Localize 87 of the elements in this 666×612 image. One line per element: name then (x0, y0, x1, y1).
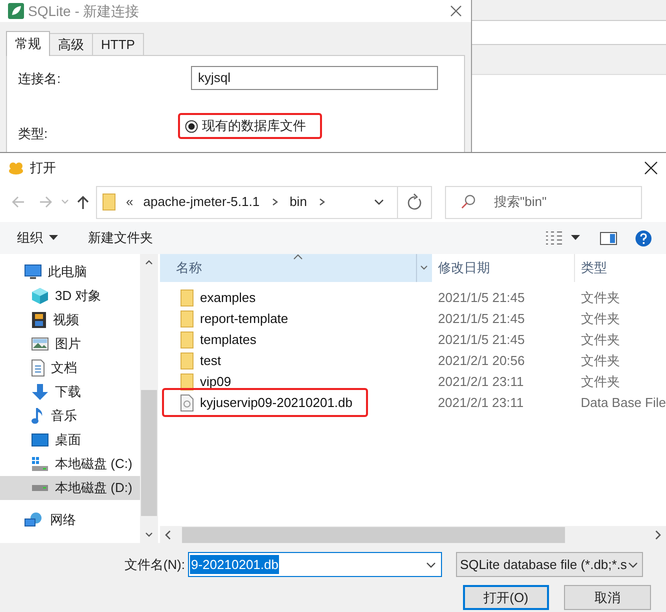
new-folder-button[interactable]: 新建文件夹 (88, 228, 545, 248)
nav-item[interactable]: 桌面 (0, 428, 140, 452)
down-arrow-icon (31, 383, 49, 401)
nav-item[interactable]: 本地磁盘 (D:) (0, 476, 140, 500)
file-name[interactable]: examples (200, 288, 256, 308)
cancel-button[interactable]: 取消 (564, 585, 651, 610)
nav-item[interactable]: 此电脑 (0, 260, 140, 284)
network-icon (24, 512, 44, 528)
date-cell-text: 2021/1/5 21:45 (437, 310, 526, 328)
view-options-icon[interactable] (545, 231, 563, 245)
search-field[interactable]: 搜索"bin" (445, 186, 642, 218)
type-cell-text: 文件夹 (580, 310, 620, 328)
scrollbar-thumb[interactable] (182, 526, 565, 542)
breadcrumb[interactable]: apache-jmeter-5.1.1 (143, 192, 260, 212)
address-bar[interactable]: « apache-jmeter-5.1.1 bin (96, 186, 432, 218)
tab[interactable]: 高级 (50, 33, 93, 55)
drive-icon (31, 456, 49, 472)
monitor-icon (24, 264, 42, 280)
date-cell-text: 2021/2/1 23:11 (437, 372, 525, 391)
vertical-scrollbar[interactable] (140, 254, 158, 543)
file-name[interactable]: report-template (200, 308, 288, 328)
type-cell-text: 文件夹 (580, 288, 620, 307)
field-label: 类型: (18, 125, 48, 143)
tab[interactable]: HTTP (93, 33, 144, 55)
caret-icon (49, 235, 58, 241)
file-name[interactable]: templates (200, 330, 256, 350)
type-cell-text: 文件夹 (580, 330, 620, 349)
nav-item[interactable]: 文档 (0, 356, 140, 380)
scrollbar-thumb[interactable] (141, 390, 157, 516)
nav-item[interactable]: 视频 (0, 308, 140, 332)
column-header[interactable]: 修改日期 (432, 254, 575, 282)
folder-icon (102, 193, 116, 211)
file-type-dropdown[interactable]: SQLite database file (*.db;*.s (456, 552, 643, 577)
help-icon[interactable] (635, 230, 652, 246)
file-name[interactable]: kyjuservip09-20210201.db (200, 392, 352, 412)
music-note-icon (31, 407, 45, 425)
overflow-chevron[interactable]: « (126, 192, 134, 212)
date-cell-text: 2021/2/1 23:11 (436, 394, 525, 412)
radio-button[interactable] (185, 120, 198, 132)
file-icon (180, 394, 194, 412)
organize-menu[interactable]: 组织 (17, 228, 58, 248)
date-cell-text: 2021/2/1 20:56 (437, 352, 526, 370)
search-icon (460, 194, 476, 210)
folder-icon (180, 372, 194, 390)
film-icon (31, 311, 47, 329)
input-field[interactable]: kyjsql (191, 66, 438, 90)
window-title: SQLite - 新建连接 (28, 2, 140, 21)
folder-icon (180, 330, 194, 348)
horizontal-scrollbar[interactable] (160, 526, 666, 543)
type-cell-text: 文件夹 (580, 352, 620, 370)
sort-caret-icon (293, 254, 303, 260)
breadcrumb[interactable]: bin (290, 192, 307, 212)
date-cell-text: 2021/1/5 21:45 (437, 330, 526, 349)
leaf-icon (8, 3, 24, 19)
desktop-icon (31, 433, 49, 447)
nav-item[interactable]: 下载 (0, 380, 140, 404)
file-name[interactable]: vip09 (200, 372, 232, 392)
caret-icon[interactable] (571, 235, 580, 241)
document-icon (31, 359, 45, 377)
nav-item[interactable]: 图片 (0, 332, 140, 356)
image-icon (31, 337, 49, 351)
nav-item[interactable]: 网络 (0, 508, 140, 532)
tab[interactable]: 常规 (6, 31, 50, 56)
nav-item[interactable]: 本地磁盘 (C:) (0, 452, 140, 476)
preview-pane-icon[interactable] (600, 232, 617, 244)
drive-icon (31, 484, 49, 492)
up-arrow-icon[interactable] (76, 194, 90, 210)
type-cell-text: 文件夹 (580, 372, 620, 391)
type-cell-text: Data Base File (580, 394, 666, 412)
folder-icon (180, 288, 194, 306)
file-name[interactable]: test (200, 350, 221, 370)
column-header[interactable]: 名称 (160, 254, 432, 282)
column-header[interactable]: 类型 (575, 254, 666, 282)
radio-label[interactable]: 现有的数据库文件 (202, 116, 306, 136)
open-button[interactable]: 打开(O) (463, 585, 549, 610)
date-cell-text: 2021/1/5 21:45 (437, 288, 526, 307)
cloud-icon (8, 160, 24, 174)
folder-icon (180, 352, 194, 370)
nav-item[interactable]: 3D 对象 (0, 284, 140, 308)
folder-icon (180, 310, 194, 328)
filename-field[interactable]: 9-20210201.db (188, 552, 442, 577)
cube-icon (31, 287, 49, 305)
nav-item[interactable]: 音乐 (0, 404, 140, 428)
field-label: 连接名: (18, 70, 61, 88)
close-icon[interactable] (644, 160, 658, 174)
field-label: 文件名(N): (123, 556, 186, 574)
window-title: 打开 (30, 158, 57, 177)
